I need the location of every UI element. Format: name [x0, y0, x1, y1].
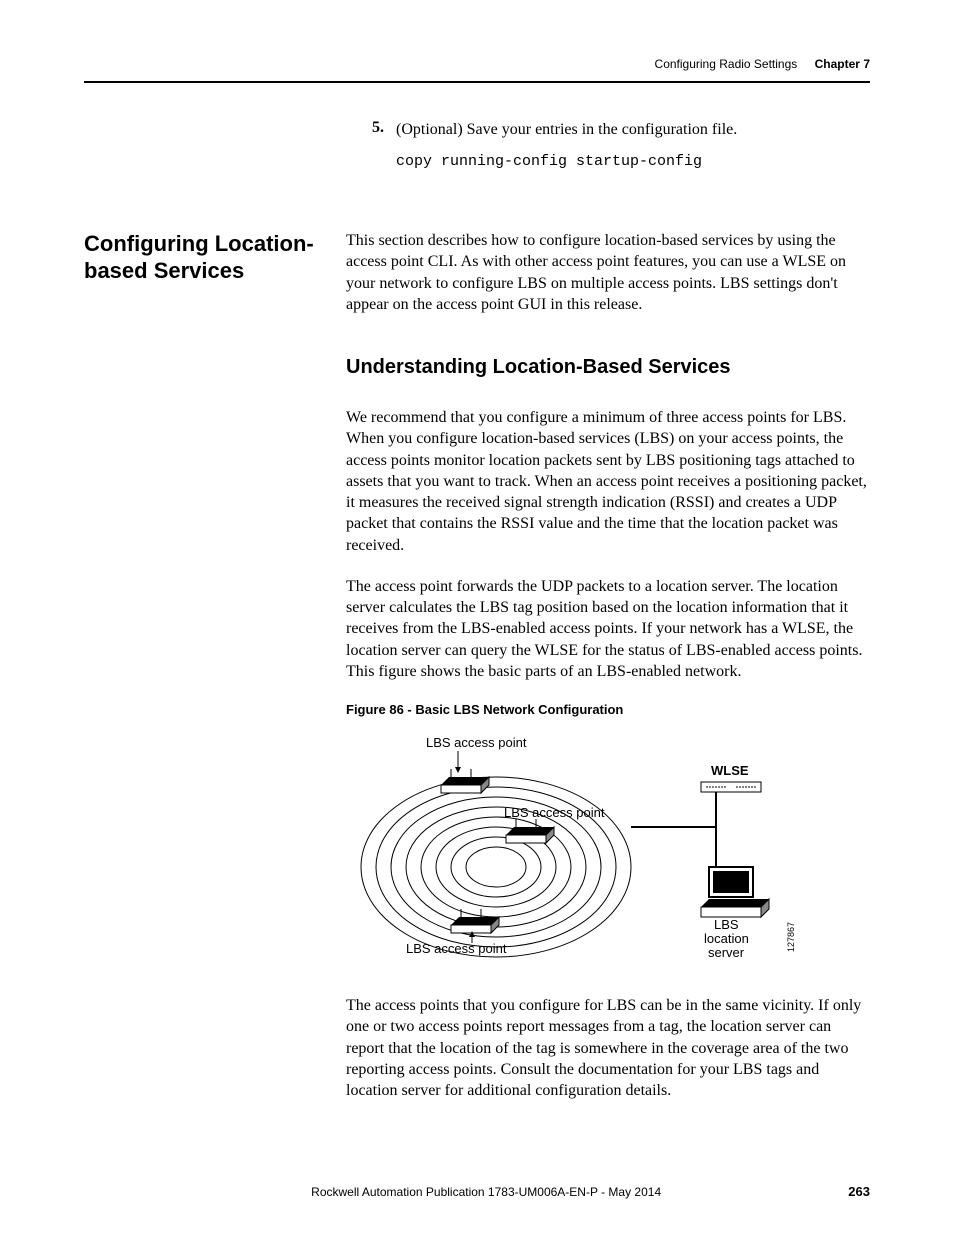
fig-label-wlse: WLSE: [711, 763, 749, 778]
running-header: Configuring Radio Settings Chapter 7: [84, 57, 870, 83]
code-line: copy running-config startup-config: [396, 153, 870, 170]
body-para: The access point forwards the UDP packet…: [346, 576, 870, 682]
fig-label-server-3: server: [708, 945, 745, 960]
fig-label-server-2: location: [704, 931, 749, 946]
fig-label-ap-bot: LBS access point: [406, 941, 507, 956]
lbs-network-diagram-icon: LBS access point LBS access point LBS ac…: [346, 727, 816, 967]
section-heading: Configuring Location-based Services: [84, 230, 346, 316]
section-intro: This section describes how to configure …: [346, 230, 870, 316]
step-number: 5.: [372, 119, 396, 141]
subsection-heading: Understanding Location-Based Services: [346, 356, 870, 379]
body-para: We recommend that you configure a minimu…: [346, 407, 870, 556]
figure-caption: Figure 86 - Basic LBS Network Configurat…: [346, 702, 870, 717]
header-section-title: Configuring Radio Settings: [655, 57, 798, 71]
fig-label-server-1: LBS: [714, 917, 739, 932]
body-para: The access points that you configure for…: [346, 995, 870, 1101]
footer-publication: Rockwell Automation Publication 1783-UM0…: [124, 1185, 848, 1199]
step-text: (Optional) Save your entries in the conf…: [396, 119, 737, 141]
figure-diagram: LBS access point LBS access point LBS ac…: [346, 727, 870, 967]
section-row: Configuring Location-based Services This…: [84, 230, 870, 316]
header-chapter-label: Chapter 7: [815, 57, 870, 71]
step-item: 5. (Optional) Save your entries in the c…: [372, 119, 870, 141]
page-footer: Rockwell Automation Publication 1783-UM0…: [84, 1184, 870, 1199]
fig-id-label: 127867: [786, 922, 796, 952]
footer-page-number: 263: [848, 1184, 870, 1199]
fig-label-ap-mid: LBS access point: [504, 805, 605, 820]
fig-label-ap-top: LBS access point: [426, 735, 527, 750]
